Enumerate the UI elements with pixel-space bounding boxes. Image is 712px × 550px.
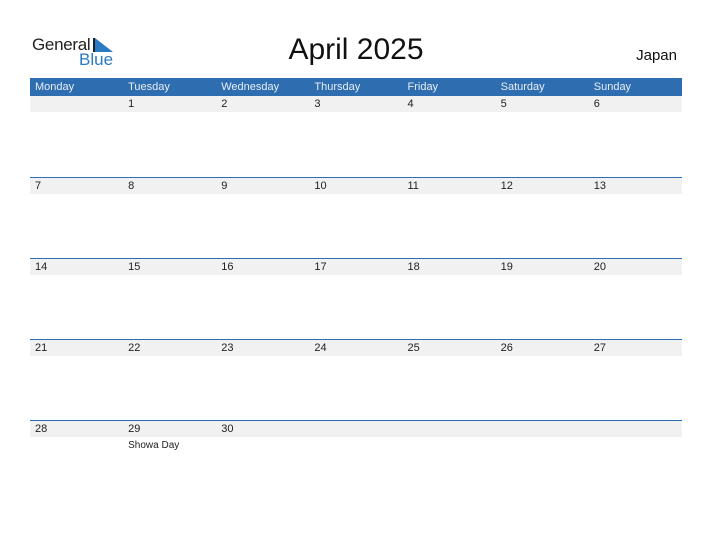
day-cell: 8 <box>123 178 216 194</box>
day-cell: 18 <box>403 259 496 275</box>
day-cell: 30 <box>216 421 309 437</box>
day-number: 23 <box>221 342 234 354</box>
day-number: 16 <box>221 261 234 273</box>
day-cell: 12 <box>496 178 589 194</box>
day-cell: 23 <box>216 340 309 356</box>
day-cell: 15 <box>123 259 216 275</box>
day-cell: 10 <box>309 178 402 194</box>
week-row: 28 29 Showa Day 30 <box>30 420 682 501</box>
weekday-friday: Friday <box>407 81 439 93</box>
holiday-label: Showa Day <box>128 440 180 451</box>
day-cell: 17 <box>309 259 402 275</box>
day-band: 21 22 23 24 25 26 27 <box>30 340 682 356</box>
weekday-thursday: Thursday <box>314 81 361 93</box>
day-number: 20 <box>593 261 606 273</box>
day-number: 10 <box>314 180 327 192</box>
day-cell <box>309 421 402 437</box>
day-number: 4 <box>407 98 414 110</box>
weekday-sunday: Sunday <box>593 81 632 93</box>
calendar-title: April 2025 <box>288 33 424 66</box>
weekday-monday: Monday <box>35 81 75 93</box>
day-cell: 20 <box>589 259 682 275</box>
day-cell: 28 <box>30 421 123 437</box>
day-cell: 5 <box>496 96 589 112</box>
day-number: 24 <box>314 342 327 354</box>
day-number: 15 <box>128 261 141 273</box>
day-band: 7 8 9 10 11 12 13 <box>30 178 682 194</box>
day-number: 11 <box>407 180 419 192</box>
calendar-grid: Monday Tuesday Wednesday Thursday Friday Satu… <box>30 78 682 501</box>
day-number: 2 <box>221 98 228 110</box>
day-cell: 7 <box>30 178 123 194</box>
day-cell: 25 <box>403 340 496 356</box>
weekday-saturday: Saturday <box>500 81 545 93</box>
day-band: 28 29 Showa Day 30 <box>30 421 682 451</box>
day-number: 9 <box>221 180 228 192</box>
day-number: 5 <box>500 98 507 110</box>
day-band: 14 15 16 17 18 19 20 <box>30 259 682 275</box>
day-number: 28 <box>35 423 48 435</box>
day-number: 6 <box>593 98 600 110</box>
day-number: 26 <box>500 342 513 354</box>
day-number: 19 <box>500 261 513 273</box>
day-cell: 9 <box>216 178 309 194</box>
week-row: 21 22 23 24 25 26 27 <box>30 339 682 420</box>
day-cell: 11 <box>403 178 496 194</box>
day-number: 7 <box>35 180 42 192</box>
day-number: 14 <box>35 261 48 273</box>
day-cell: 6 <box>589 96 682 112</box>
day-number: 30 <box>221 423 234 435</box>
day-cell: 24 <box>309 340 402 356</box>
day-cell: 26 <box>496 340 589 356</box>
day-number: 25 <box>407 342 420 354</box>
weekday-tuesday: Tuesday <box>128 81 170 93</box>
day-number: 17 <box>314 261 327 273</box>
week-row: 7 8 9 10 11 12 13 <box>30 177 682 258</box>
day-cell <box>30 96 123 112</box>
day-cell: 1 <box>123 96 216 112</box>
day-cell: 3 <box>309 96 402 112</box>
day-cell <box>496 421 589 437</box>
day-cell: 2 <box>216 96 309 112</box>
country-label: Japan <box>636 47 677 64</box>
day-cell: 13 <box>589 178 682 194</box>
day-number: 8 <box>128 180 135 192</box>
day-cell: 14 <box>30 259 123 275</box>
day-number: 3 <box>314 98 321 110</box>
day-cell: 16 <box>216 259 309 275</box>
day-cell <box>403 421 496 437</box>
day-number: 13 <box>593 180 606 192</box>
day-band: 1 2 3 4 5 6 <box>30 96 682 112</box>
day-number: 21 <box>35 342 48 354</box>
weekday-header: Monday Tuesday Wednesday Thursday Friday Satu… <box>30 78 682 96</box>
day-number: 1 <box>128 98 135 110</box>
day-cell: 27 <box>589 340 682 356</box>
day-cell: 29 Showa Day <box>123 421 216 451</box>
day-cell: 19 <box>496 259 589 275</box>
day-cell: 4 <box>403 96 496 112</box>
day-number: 27 <box>593 342 606 354</box>
day-cell: 22 <box>123 340 216 356</box>
day-number: 29 <box>128 423 141 435</box>
day-number: 18 <box>407 261 420 273</box>
week-row: 1 2 3 4 5 6 <box>30 96 682 177</box>
day-number: 22 <box>128 342 141 354</box>
week-row: 14 15 16 17 18 19 20 <box>30 258 682 339</box>
weekday-wednesday: Wednesday <box>221 81 280 93</box>
weeks: 1 2 3 4 5 6 7 8 9 10 11 12 13 14 15 16 17 18 19 20 21 22 23 24 2… <box>30 96 682 501</box>
day-number: 12 <box>500 180 513 192</box>
day-cell: 21 <box>30 340 123 356</box>
day-cell <box>589 421 682 437</box>
